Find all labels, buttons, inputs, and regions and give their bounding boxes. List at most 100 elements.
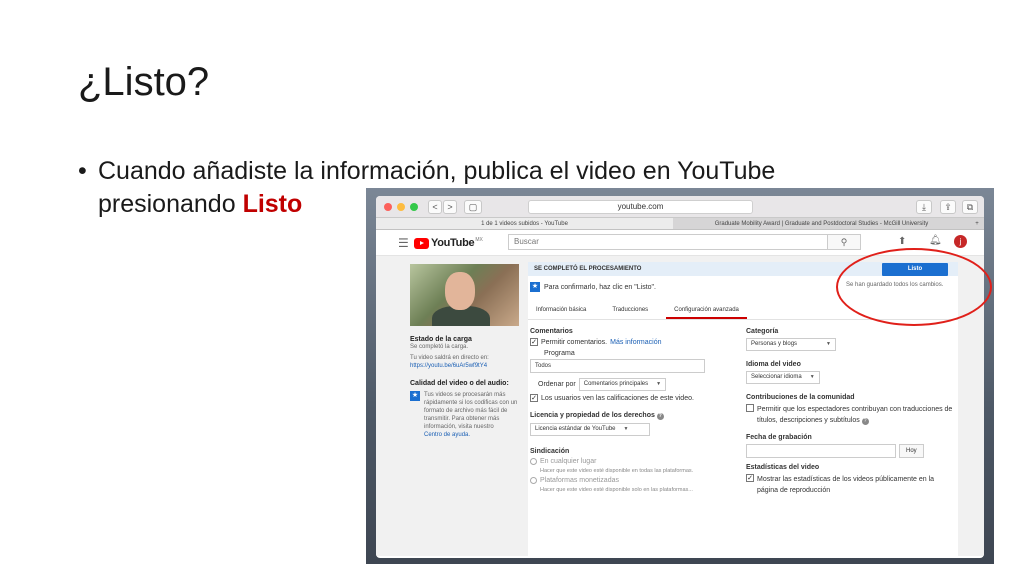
- syndication-title: Sindicación: [530, 448, 570, 455]
- search-button[interactable]: ⚲: [828, 234, 861, 250]
- search-icon: ⚲: [840, 237, 848, 247]
- community-label: Permitir que los espectadores contribuya…: [757, 404, 956, 426]
- advanced-right-column: Categoría Personas y blogs ▼ Idioma del v…: [746, 328, 956, 499]
- video-link[interactable]: https://youtu.be/6uAr5wf9tY4: [410, 362, 522, 370]
- star-icon: ★: [530, 282, 540, 292]
- license-dropdown[interactable]: Licencia estándar de YouTube ▼: [530, 423, 650, 436]
- slide-title: ¿Listo?: [78, 60, 210, 104]
- ratings-row: ✓ Los usuarios ven las calificaciones de…: [530, 394, 730, 402]
- order-dropdown[interactable]: Comentarios principales ▼: [578, 378, 667, 391]
- bullet-dot: •: [78, 157, 87, 185]
- program-label: Programa: [544, 350, 575, 357]
- upload-left-panel: Estado de la carga Se completó la carga.…: [410, 264, 522, 439]
- help-center-link[interactable]: Centro de ayuda.: [424, 431, 522, 439]
- help-icon[interactable]: ?: [656, 413, 664, 420]
- share-icon[interactable]: ⇪: [940, 200, 956, 214]
- star-icon: ★: [410, 391, 420, 401]
- order-label: Ordenar por: [538, 381, 576, 388]
- community-text: Permitir que los espectadores contribuya…: [757, 406, 953, 424]
- chevron-down-icon: ▼: [809, 374, 815, 380]
- category-dropdown[interactable]: Personas y blogs ▼: [746, 338, 836, 351]
- back-button[interactable]: <: [428, 200, 442, 214]
- more-info-link[interactable]: Más información: [610, 339, 661, 346]
- radio-monetized[interactable]: [530, 477, 537, 484]
- thumbnail-person-face: [445, 272, 475, 310]
- language-dropdown[interactable]: Seleccionar idioma ▼: [746, 371, 820, 384]
- community-title: Contribuciones de la comunidad: [746, 394, 855, 401]
- forward-button[interactable]: >: [443, 200, 457, 214]
- youtube-logo[interactable]: YouTube MX: [414, 237, 483, 249]
- address-bar[interactable]: youtube.com: [528, 200, 753, 214]
- stats-title: Estadísticas del video: [746, 464, 820, 471]
- browser-toolbar: < > ▢ youtube.com ⤓ ⇪ ⧉: [376, 196, 984, 218]
- stats-label: Mostrar las estadísticas de los videos p…: [757, 476, 935, 494]
- syndication-option-anywhere[interactable]: En cualquier lugar: [530, 458, 730, 465]
- language-value: Seleccionar idioma: [751, 374, 802, 380]
- ratings-label: Los usuarios ven las calificaciones de e…: [541, 394, 694, 402]
- comments-title: Comentarios: [530, 328, 573, 335]
- recording-date-input[interactable]: [746, 444, 896, 458]
- syndication-anywhere-desc: Hacer que este video esté disponible en …: [540, 468, 694, 474]
- bullet-highlight: Listo: [242, 190, 303, 218]
- license-title-text: Licencia y propiedad de los derechos: [530, 412, 655, 419]
- recording-title: Fecha de grabación: [746, 434, 812, 441]
- quality-title: Calidad del video o del audio:: [410, 380, 509, 387]
- stats-checkbox[interactable]: ✓: [746, 474, 754, 482]
- syndication-option-monetized[interactable]: Plataformas monetizadas: [530, 477, 730, 484]
- community-checkbox[interactable]: [746, 404, 754, 412]
- allow-comments-checkbox[interactable]: ✓: [530, 338, 538, 346]
- advanced-left-column: Comentarios ✓ Permitir comentarios. Más …: [530, 328, 730, 493]
- upload-icon[interactable]: ⬆: [898, 236, 906, 247]
- video-thumbnail[interactable]: [410, 264, 519, 326]
- order-value: Comentarios principales: [583, 381, 649, 387]
- order-row: Ordenar por Comentarios principales ▼: [530, 378, 730, 391]
- download-icon[interactable]: ⤓: [916, 200, 932, 214]
- category-value: Personas y blogs: [751, 341, 798, 347]
- chevron-down-icon: ▼: [656, 381, 662, 387]
- allow-comments-row: ✓ Permitir comentarios. Más información: [530, 338, 730, 346]
- radio-anywhere[interactable]: [530, 458, 537, 465]
- window-controls: [384, 203, 418, 211]
- youtube-play-icon: [414, 237, 429, 249]
- upload-status-title: Estado de la carga: [410, 336, 472, 343]
- search-input[interactable]: Buscar: [508, 234, 828, 250]
- annotation-circle: [836, 248, 992, 326]
- embedded-screenshot: < > ▢ youtube.com ⤓ ⇪ ⧉ 1 de 1 videos su…: [366, 188, 994, 564]
- tab-basic-info[interactable]: Información básica: [528, 300, 594, 319]
- license-value: Licencia estándar de YouTube: [535, 426, 616, 432]
- video-link-label: Tu video saldrá en directo en:: [410, 355, 489, 361]
- syndication-anywhere-label: En cualquier lugar: [540, 458, 597, 465]
- allow-comments-label: Permitir comentarios.: [541, 338, 608, 346]
- hamburger-menu-icon[interactable]: ☰: [398, 236, 409, 250]
- language-title: Idioma del video: [746, 361, 801, 368]
- tab-advanced-settings[interactable]: Configuración avanzada: [666, 300, 747, 319]
- chevron-down-icon: ▼: [826, 341, 831, 347]
- close-window-icon[interactable]: [384, 203, 392, 211]
- new-tab-button[interactable]: +: [970, 218, 984, 229]
- tab-translations[interactable]: Traducciones: [604, 300, 656, 319]
- minimize-window-icon[interactable]: [397, 203, 405, 211]
- youtube-wordmark: YouTube: [431, 237, 475, 249]
- sidebar-icon[interactable]: ▢: [464, 200, 482, 214]
- zoom-window-icon[interactable]: [410, 203, 418, 211]
- quality-text: Tus videos se procesarán más rápidamente…: [424, 392, 518, 430]
- help-icon[interactable]: ?: [861, 418, 869, 425]
- upload-status-text: Se completó la carga.: [410, 344, 469, 350]
- quality-info: ★ Tus videos se procesarán más rápidamen…: [410, 391, 522, 439]
- tab-youtube[interactable]: 1 de 1 videos subidos - YouTube: [376, 218, 673, 229]
- community-row: Permitir que los espectadores contribuya…: [746, 404, 956, 426]
- tab-mcgill[interactable]: Graduate Mobility Award | Graduate and P…: [673, 218, 970, 229]
- region-code: MX: [475, 237, 483, 243]
- license-title: Licencia y propiedad de los derechos ?: [530, 412, 730, 420]
- recording-row: Hoy: [746, 444, 956, 458]
- syndication-monetized-desc: Hacer que este video esté disponible sol…: [540, 487, 693, 493]
- ratings-checkbox[interactable]: ✓: [530, 394, 538, 402]
- avatar[interactable]: j: [954, 235, 967, 248]
- tabs-overview-icon[interactable]: ⧉: [962, 200, 978, 214]
- category-title: Categoría: [746, 328, 779, 335]
- program-field[interactable]: Todos: [530, 359, 705, 373]
- today-button[interactable]: Hoy: [899, 444, 924, 458]
- notifications-icon[interactable]: 🔔︎: [929, 235, 942, 246]
- confirm-text: Para confirmarlo, haz clic en "Listo".: [544, 283, 656, 291]
- tab-bar: 1 de 1 videos subidos - YouTube Graduate…: [376, 218, 984, 230]
